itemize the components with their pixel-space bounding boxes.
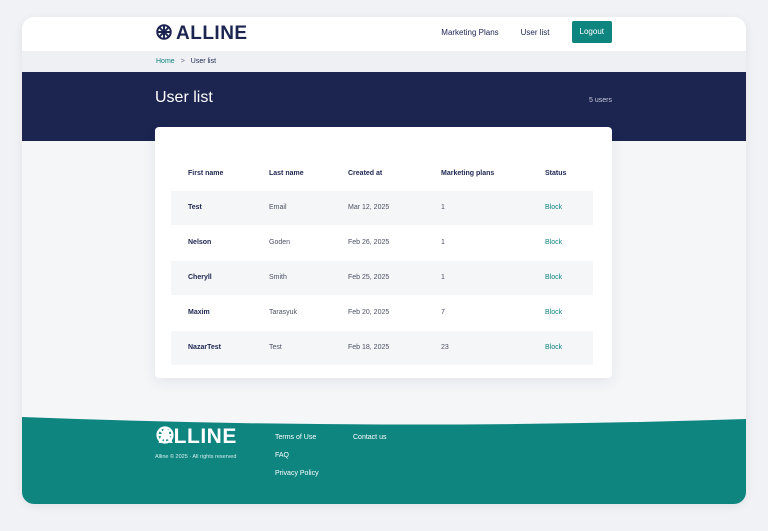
nav-user-list[interactable]: User list bbox=[521, 28, 550, 37]
first-name-cell: Nelson bbox=[188, 239, 212, 246]
created-at-cell: Feb 25, 2025 bbox=[348, 274, 390, 281]
footer-logo[interactable]: ALLINE bbox=[155, 425, 237, 449]
block-button[interactable]: Block bbox=[545, 226, 562, 260]
table-row: Test Email Mar 12, 2025 1 Block bbox=[171, 191, 593, 225]
column-header: Status bbox=[545, 170, 567, 177]
page-title: User list bbox=[155, 89, 213, 106]
logout-button[interactable]: Logout bbox=[571, 21, 612, 43]
block-button[interactable]: Block bbox=[545, 261, 562, 295]
browser-frame: ALLINE Marketing Plans User list Logout … bbox=[22, 17, 746, 504]
created-at-cell: Mar 12, 2025 bbox=[348, 204, 390, 211]
created-at-cell: Feb 18, 2025 bbox=[348, 344, 390, 351]
footer-link-contact[interactable]: Contact us bbox=[353, 429, 386, 447]
last-name-cell: Smith bbox=[269, 274, 287, 281]
column-header: Created at bbox=[348, 170, 383, 177]
nav-marketing-plans[interactable]: Marketing Plans bbox=[441, 28, 498, 37]
footer-wave bbox=[22, 417, 746, 504]
block-button[interactable]: Block bbox=[545, 331, 562, 365]
marketing-plans-cell: 7 bbox=[441, 309, 445, 316]
last-name-cell: Test bbox=[269, 344, 282, 351]
footer-links-column: Contact us bbox=[353, 429, 386, 447]
breadcrumb-separator: > bbox=[180, 58, 185, 65]
marketing-plans-cell: 1 bbox=[441, 274, 445, 281]
footer-link-faq[interactable]: FAQ bbox=[275, 447, 319, 465]
user-table-card: First name Last name Created at Marketin… bbox=[155, 127, 612, 378]
table-row: NazarTest Test Feb 18, 2025 23 Block bbox=[171, 331, 593, 365]
table-header: First name Last name Created at Marketin… bbox=[171, 167, 593, 181]
column-header: First name bbox=[188, 170, 224, 177]
table-row: Maxim Tarasyuk Feb 20, 2025 7 Block bbox=[171, 296, 593, 330]
brand-name: ALLINE bbox=[176, 23, 248, 44]
marketing-plans-cell: 1 bbox=[441, 239, 445, 246]
first-name-cell: Cheryll bbox=[188, 274, 212, 281]
column-header: Last name bbox=[269, 170, 304, 177]
page-footer: ALLINE Alline © 2025 · All rights reserv… bbox=[22, 397, 746, 504]
breadcrumb-current: User list bbox=[190, 58, 217, 65]
table-row: Cheryll Smith Feb 25, 2025 1 Block bbox=[171, 261, 593, 295]
breadcrumb: Home > User list bbox=[22, 51, 746, 72]
table-row: Nelson Goden Feb 26, 2025 1 Block bbox=[171, 226, 593, 260]
created-at-cell: Feb 20, 2025 bbox=[348, 309, 390, 316]
top-header: ALLINE Marketing Plans User list Logout bbox=[22, 17, 746, 51]
user-count: 5 users bbox=[589, 97, 612, 104]
footer-link-terms[interactable]: Terms of Use bbox=[275, 429, 319, 447]
copyright-text: Alline © 2025 · All rights reserved bbox=[155, 454, 237, 460]
last-name-cell: Goden bbox=[269, 239, 291, 246]
main-nav: Marketing Plans User list Logout bbox=[441, 21, 612, 43]
header-logo[interactable]: ALLINE bbox=[155, 22, 248, 46]
created-at-cell: Feb 26, 2025 bbox=[348, 239, 390, 246]
column-header: Marketing plans bbox=[441, 170, 495, 177]
block-button[interactable]: Block bbox=[545, 191, 562, 225]
last-name-cell: Email bbox=[269, 204, 287, 211]
first-name-cell: Test bbox=[188, 204, 202, 211]
breadcrumb-home[interactable]: Home bbox=[156, 51, 175, 72]
alline-logo-icon bbox=[155, 23, 173, 46]
marketing-plans-cell: 23 bbox=[441, 344, 449, 351]
footer-link-privacy[interactable]: Privacy Policy bbox=[275, 465, 319, 483]
marketing-plans-cell: 1 bbox=[441, 204, 445, 211]
block-button[interactable]: Block bbox=[545, 296, 562, 330]
last-name-cell: Tarasyuk bbox=[269, 309, 298, 316]
first-name-cell: Maxim bbox=[188, 309, 210, 316]
first-name-cell: NazarTest bbox=[188, 344, 221, 351]
footer-links-column: Terms of Use FAQ Privacy Policy bbox=[275, 429, 319, 483]
